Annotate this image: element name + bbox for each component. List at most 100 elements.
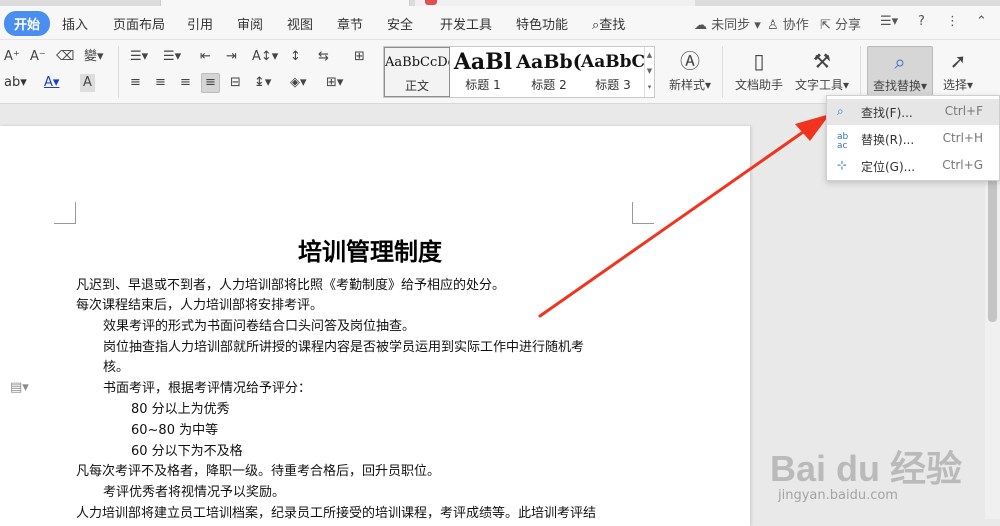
- margin-corner: [632, 202, 654, 224]
- show-marks-icon[interactable]: ⇆: [318, 48, 329, 66]
- tab-chapter[interactable]: 章节: [337, 14, 363, 33]
- document-title: 培训管理制度: [298, 237, 442, 266]
- tab-home[interactable]: 开始: [4, 11, 51, 36]
- tab-references[interactable]: 引用: [187, 14, 213, 33]
- numbering-icon[interactable]: ☰▾: [163, 48, 181, 66]
- tab-features[interactable]: 特色功能: [516, 14, 568, 33]
- sort-icon[interactable]: ↕: [290, 48, 301, 66]
- collapse-ribbon-icon[interactable]: ⌃: [976, 14, 987, 29]
- bullets-icon[interactable]: ☰▾: [130, 48, 148, 66]
- find-replace-label: 查找替换: [872, 79, 921, 93]
- find-replace-button[interactable]: ⌕ 查找替换▾: [867, 46, 933, 98]
- magnifier-icon: ⌕: [894, 50, 906, 74]
- menu-item-shortcut: Ctrl+H: [942, 131, 983, 145]
- doc-line: 凡每次考评不及格者，降职一级。待重考合格后，回升员职位。: [76, 464, 441, 479]
- clear-format-icon[interactable]: ⌫: [56, 48, 74, 66]
- menu-item-replace[interactable]: ab ac 替换(R)... Ctrl+H: [827, 126, 999, 152]
- separator: [722, 46, 723, 98]
- search-icon: ⌕: [837, 104, 844, 118]
- doc-line: 60~80 为中等: [131, 423, 219, 438]
- styles-gallery[interactable]: AaBbCcDd 正文 AaBl 标题 1 AaBb( 标题 2 AaBbC 标…: [383, 46, 655, 98]
- doc-line: 考评优秀者将视情况予以奖励。: [103, 485, 286, 500]
- new-style-icon: Ⓐ: [680, 49, 700, 73]
- shading-icon[interactable]: ◈▾: [290, 74, 307, 92]
- help-icon[interactable]: ?: [918, 14, 925, 29]
- align-center-icon[interactable]: ≡: [155, 74, 166, 92]
- phonetic-icon[interactable]: 變▾: [84, 48, 104, 66]
- tab-find[interactable]: ⌕查找: [592, 14, 625, 33]
- share-label: 分享: [835, 18, 862, 33]
- style-label: 正文: [404, 79, 429, 93]
- style-heading-1[interactable]: AaBl 标题 1: [450, 47, 516, 97]
- tab-developer[interactable]: 开发工具: [440, 14, 492, 33]
- doc-line: 60 分以下为不及格: [131, 444, 243, 459]
- align-right-icon[interactable]: ≡: [180, 74, 191, 92]
- tab-security[interactable]: 安全: [387, 14, 413, 33]
- tab-indicator-icon: [425, 0, 437, 5]
- paragraph-layout-icon[interactable]: ▤▾: [10, 380, 29, 395]
- watermark-brand: Bai du 经验: [770, 448, 963, 489]
- style-label: 标题 1: [465, 78, 501, 92]
- tab-insert[interactable]: 插入: [62, 14, 88, 33]
- quick-settings-icon[interactable]: ☰▾: [880, 14, 898, 29]
- tab-find-label: 查找: [599, 18, 626, 33]
- sync-status[interactable]: ☁ 未同步 ▾: [694, 14, 761, 33]
- styles-scroll[interactable]: ▲ ▼ ▾: [644, 47, 654, 97]
- text-direction-icon[interactable]: A↕▾: [252, 48, 278, 66]
- find-replace-dropdown: ⌕ 查找(F)... Ctrl+F ab ac 替换(R)... Ctrl+H ⊹…: [826, 95, 1000, 181]
- style-heading-2[interactable]: AaBb( 标题 2: [516, 47, 582, 97]
- align-left-icon[interactable]: ≡: [130, 74, 141, 92]
- style-normal[interactable]: AaBbCcDd 正文: [384, 47, 450, 97]
- doc-line: 岗位抽查指人力培训部就所讲授的课程内容是否被学员运用到实际工作中进行随机考: [103, 340, 585, 355]
- new-style-button[interactable]: Ⓐ 新样式▾: [664, 46, 716, 93]
- menu-item-label: 替换(R)...: [861, 133, 915, 147]
- baidu-watermark: Bai du 经验 jingyan.baidu.com: [770, 440, 990, 515]
- style-preview: AaBbCcDd: [385, 55, 450, 70]
- separator: [860, 46, 861, 98]
- style-heading-3[interactable]: AaBbC 标题 3: [580, 47, 646, 97]
- text-tools-label: 文字工具: [794, 78, 843, 92]
- cloud-icon: ☁: [694, 18, 707, 33]
- goto-icon: ⊹: [837, 158, 848, 172]
- menu-item-find[interactable]: ⌕ 查找(F)... Ctrl+F: [827, 99, 999, 125]
- select-button[interactable]: ➚ 选择▾: [938, 46, 978, 93]
- doc-line: 80 分以上为优秀: [131, 402, 230, 417]
- select-label: 选择: [942, 78, 967, 92]
- increase-indent-icon[interactable]: ⇥: [226, 48, 237, 66]
- doc-line: 凡迟到、早退或不到者，人力培训部将比照《考勤制度》给予相应的处分。: [76, 278, 506, 293]
- cursor-icon: ➚: [949, 49, 967, 73]
- style-preview: AaBl: [453, 49, 513, 75]
- distributed-icon[interactable]: ⊟: [230, 74, 241, 92]
- share-icon: ⇱: [820, 18, 831, 33]
- tab-review[interactable]: 审阅: [237, 14, 263, 33]
- separator: [118, 46, 119, 98]
- document-page[interactable]: 培训管理制度 凡迟到、早退或不到者，人力培训部将比照《考勤制度》给予相应的处分。…: [0, 126, 750, 526]
- style-preview: AaBb(: [516, 51, 582, 73]
- menu-item-goto[interactable]: ⊹ 定位(G)... Ctrl+G: [827, 153, 999, 179]
- tab-view[interactable]: 视图: [287, 14, 313, 33]
- share-button[interactable]: ⇱ 分享: [820, 14, 861, 33]
- font-color-icon[interactable]: A▾: [44, 74, 59, 92]
- style-label: 标题 2: [531, 78, 567, 92]
- collab-button[interactable]: ♙ 协作: [767, 14, 809, 33]
- menu-bar: 开始 插入 页面布局 引用 审阅 视图 章节 安全 开发工具 特色功能 ⌕查找 …: [0, 6, 1000, 40]
- watermark-url: jingyan.baidu.com: [778, 488, 898, 503]
- borders-icon[interactable]: ⊞▾: [326, 74, 343, 92]
- doc-helper-icon: ▯: [753, 49, 765, 73]
- line-spacing-icon[interactable]: ↨▾: [254, 74, 271, 92]
- text-tools-button[interactable]: ⚒ 文字工具▾: [792, 46, 852, 93]
- highlight-icon[interactable]: ab▾: [4, 74, 27, 92]
- doc-line: 书面考评，根据考评情况给予评分：: [103, 381, 312, 396]
- shrink-font-icon[interactable]: A⁻: [30, 48, 46, 66]
- justify-icon[interactable]: ≡: [201, 73, 220, 93]
- replace-icon: ab ac: [837, 132, 849, 151]
- decrease-indent-icon[interactable]: ⇤: [200, 48, 211, 66]
- tab-page-layout[interactable]: 页面布局: [113, 14, 165, 33]
- doc-helper-button[interactable]: ▯ 文档助手: [730, 46, 788, 93]
- char-shading-icon[interactable]: A: [80, 74, 95, 92]
- collab-label: 协作: [782, 18, 809, 33]
- more-icon[interactable]: ⋮: [946, 14, 959, 29]
- table-icon[interactable]: ⊞: [354, 48, 365, 66]
- doc-line: 核。: [103, 360, 130, 375]
- grow-font-icon[interactable]: A⁺: [4, 48, 20, 66]
